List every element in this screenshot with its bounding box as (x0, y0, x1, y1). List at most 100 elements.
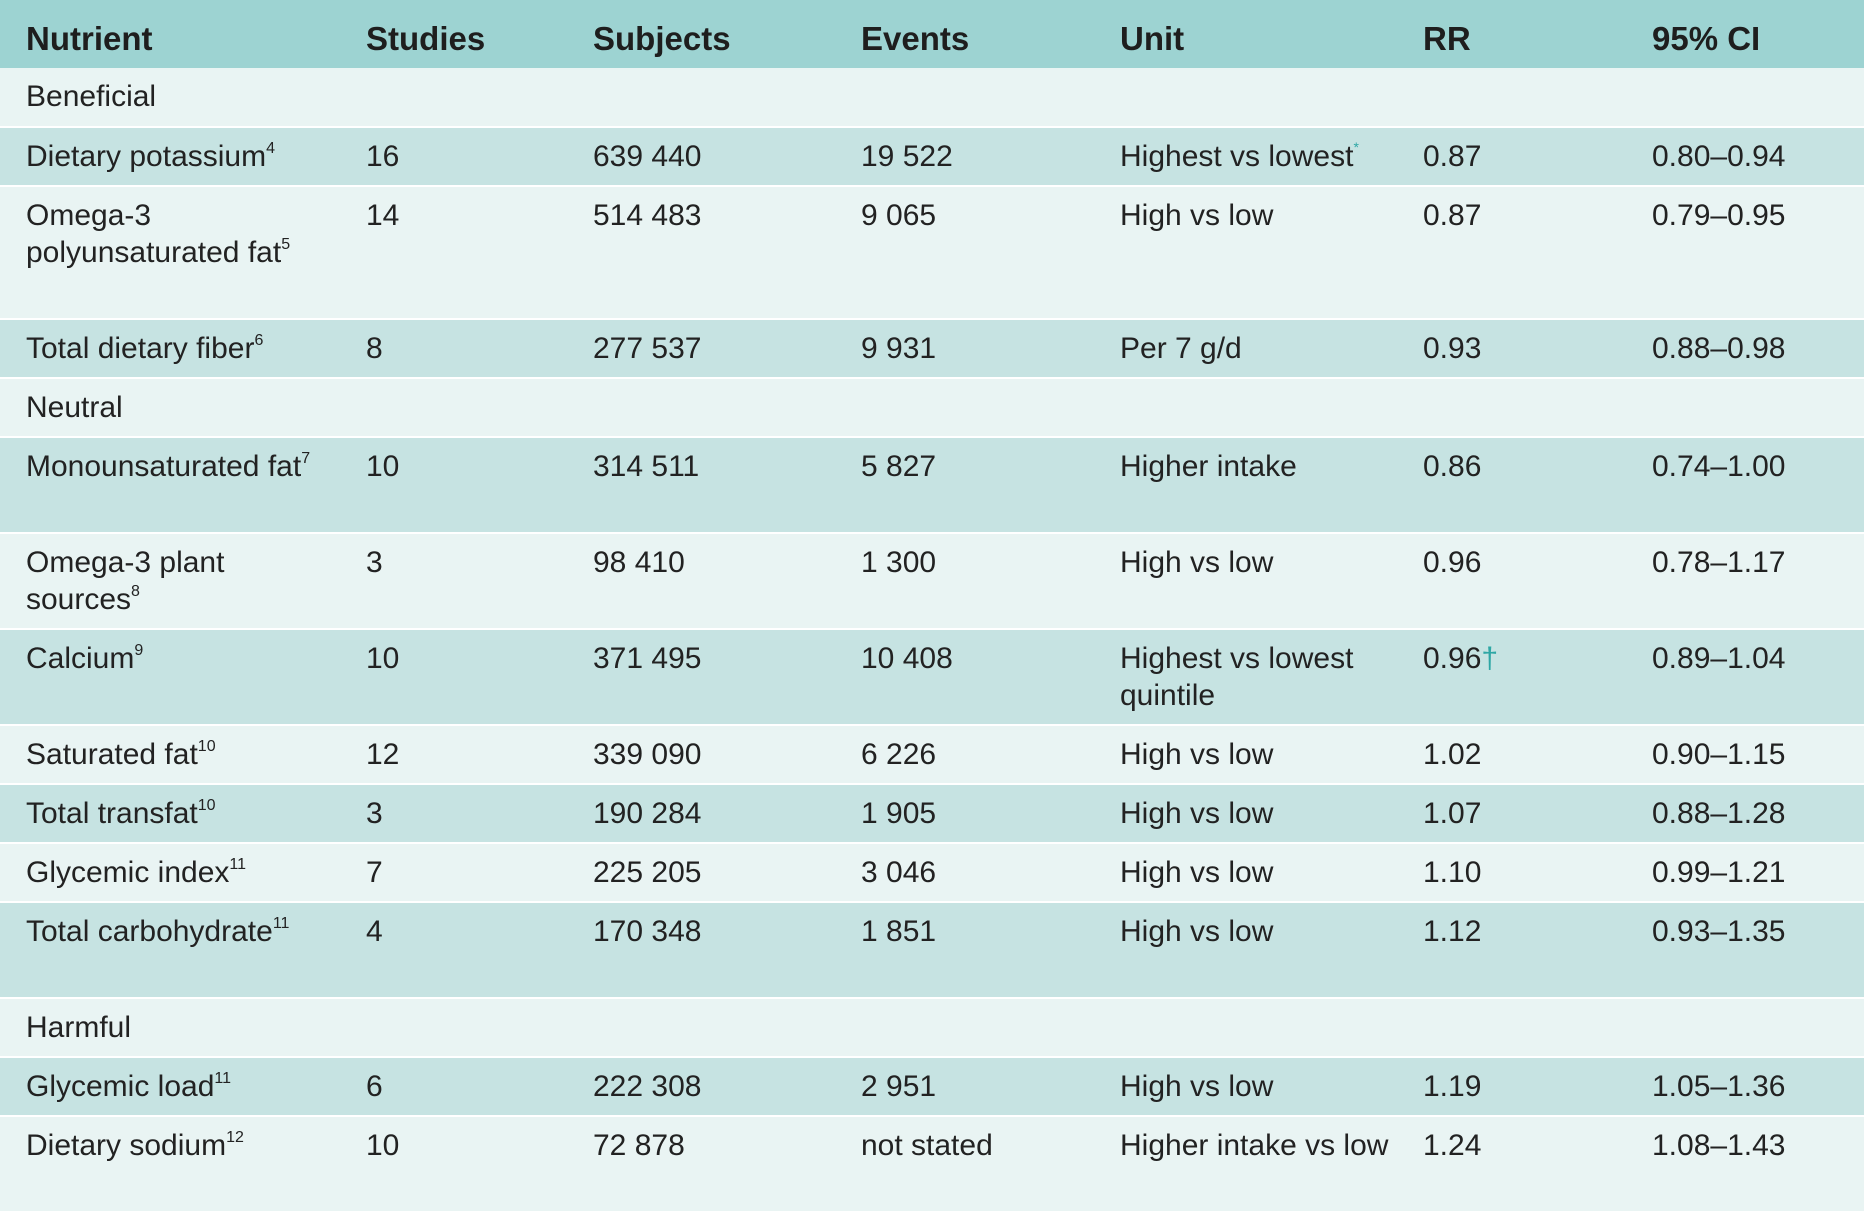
table-row: Monounsaturated fat7 10 314 511 5 827 Hi… (0, 437, 1864, 534)
events-cell: not stated (835, 1116, 1094, 1213)
nutrient-cell: Calcium9 (0, 629, 340, 726)
ci-cell: 0.88–1.28 (1626, 784, 1864, 844)
unit-cell: High vs low (1094, 533, 1397, 630)
reference-number: 7 (301, 450, 311, 467)
unit-cell: High vs low (1094, 902, 1397, 999)
reference-number: 8 (131, 583, 140, 600)
table-row: Saturated fat10 12 339 090 6 226 High vs… (0, 725, 1864, 785)
subjects-cell: 339 090 (567, 725, 835, 785)
reference-number: 6 (254, 332, 264, 349)
table-row: Glycemic index11 7 225 205 3 046 High vs… (0, 843, 1864, 903)
group-label: Neutral (0, 378, 1864, 438)
ci-cell: 1.08–1.43 (1626, 1116, 1864, 1213)
subjects-cell: 371 495 (567, 629, 835, 726)
studies-cell: 3 (340, 784, 567, 844)
rr-cell: 0.86 (1397, 437, 1626, 534)
nutrient-cell: Total transfat10 (0, 784, 340, 844)
events-cell: 1 300 (835, 533, 1094, 630)
events-cell: 3 046 (835, 843, 1094, 903)
rr-cell: 1.02 (1397, 725, 1626, 785)
group-row-beneficial: Beneficial (0, 68, 1864, 128)
studies-cell: 4 (340, 902, 567, 999)
studies-cell: 10 (340, 437, 567, 534)
subjects-cell: 72 878 (567, 1116, 835, 1213)
studies-cell: 3 (340, 533, 567, 630)
reference-number: 5 (281, 236, 291, 253)
studies-cell: 7 (340, 843, 567, 903)
table-row: Total carbohydrate11 4 170 348 1 851 Hig… (0, 902, 1864, 999)
header-subjects: Subjects (567, 0, 835, 68)
events-cell: 19 522 (835, 127, 1094, 187)
subjects-cell: 314 511 (567, 437, 835, 534)
events-cell: 10 408 (835, 629, 1094, 726)
unit-cell: Higher intake (1094, 437, 1397, 534)
nutrient-cell: Dietary sodium12 (0, 1116, 340, 1213)
group-label: Beneficial (0, 68, 1864, 128)
nutrient-cell: Glycemic load11 (0, 1057, 340, 1117)
nutrient-cell: Saturated fat10 (0, 725, 340, 785)
rr-cell: 0.87 (1397, 127, 1626, 187)
unit-cell: Higher intake vs low (1094, 1116, 1397, 1213)
studies-cell: 6 (340, 1057, 567, 1117)
unit-cell: Per 7 g/d (1094, 319, 1397, 379)
unit-cell: High vs low (1094, 1057, 1397, 1117)
studies-cell: 10 (340, 629, 567, 726)
header-row: Nutrient Studies Subjects Events Unit RR… (0, 0, 1864, 68)
events-cell: 1 851 (835, 902, 1094, 999)
rr-cell: 0.93 (1397, 319, 1626, 379)
header-unit: Unit (1094, 0, 1397, 68)
ci-cell: 0.89–1.04 (1626, 629, 1864, 726)
events-cell: 2 951 (835, 1057, 1094, 1117)
reference-number: 12 (226, 1129, 244, 1146)
studies-cell: 10 (340, 1116, 567, 1213)
reference-number: 11 (229, 856, 247, 873)
table-row: Omega-3 plant sources8 3 98 410 1 300 Hi… (0, 533, 1864, 630)
ci-cell: 0.88–0.98 (1626, 319, 1864, 379)
events-cell: 9 065 (835, 186, 1094, 320)
subjects-cell: 98 410 (567, 533, 835, 630)
table-row: Dietary sodium12 10 72 878 not stated Hi… (0, 1116, 1864, 1213)
unit-cell: Highest vs lowest* (1094, 127, 1397, 187)
ci-cell: 0.79–0.95 (1626, 186, 1864, 320)
table-row: Omega-3 polyunsaturated fat5 14 514 483 … (0, 186, 1864, 320)
nutrient-cell: Glycemic index11 (0, 843, 340, 903)
nutrient-cell: Total dietary fiber6 (0, 319, 340, 379)
rr-cell: 1.10 (1397, 843, 1626, 903)
unit-cell: High vs low (1094, 843, 1397, 903)
studies-cell: 16 (340, 127, 567, 187)
ci-cell: 0.74–1.00 (1626, 437, 1864, 534)
subjects-cell: 225 205 (567, 843, 835, 903)
nutrient-cell: Total carbohydrate11 (0, 902, 340, 999)
events-cell: 9 931 (835, 319, 1094, 379)
table-row: Glycemic load11 6 222 308 2 951 High vs … (0, 1057, 1864, 1117)
studies-cell: 8 (340, 319, 567, 379)
nutrient-stroke-risk-table: Nutrient Studies Subjects Events Unit RR… (0, 0, 1864, 1213)
rr-cell: 1.24 (1397, 1116, 1626, 1213)
unit-cell: Highest vs lowest quintile (1094, 629, 1397, 726)
header-rr: RR (1397, 0, 1626, 68)
reference-number: 10 (197, 797, 216, 814)
subjects-cell: 514 483 (567, 186, 835, 320)
unit-cell: High vs low (1094, 186, 1397, 320)
events-cell: 1 905 (835, 784, 1094, 844)
group-row-harmful: Harmful (0, 998, 1864, 1058)
ci-cell: 0.78–1.17 (1626, 533, 1864, 630)
group-label: Harmful (0, 998, 1864, 1058)
rr-cell: 0.96 (1397, 533, 1626, 630)
subjects-cell: 639 440 (567, 127, 835, 187)
unit-cell: High vs low (1094, 784, 1397, 844)
studies-cell: 12 (340, 725, 567, 785)
rr-cell: 1.19 (1397, 1057, 1626, 1117)
nutrient-cell: Omega-3 plant sources8 (0, 533, 340, 630)
subjects-cell: 222 308 (567, 1057, 835, 1117)
unit-cell: High vs low (1094, 725, 1397, 785)
subjects-cell: 190 284 (567, 784, 835, 844)
nutrient-cell: Omega-3 polyunsaturated fat5 (0, 186, 340, 320)
reference-number: 9 (134, 642, 144, 659)
reference-number: 10 (197, 738, 216, 755)
table-row: Total dietary fiber6 8 277 537 9 931 Per… (0, 319, 1864, 379)
nutrient-cell: Dietary potassium4 (0, 127, 340, 187)
events-cell: 5 827 (835, 437, 1094, 534)
ci-cell: 0.99–1.21 (1626, 843, 1864, 903)
rr-cell: 0.87 (1397, 186, 1626, 320)
